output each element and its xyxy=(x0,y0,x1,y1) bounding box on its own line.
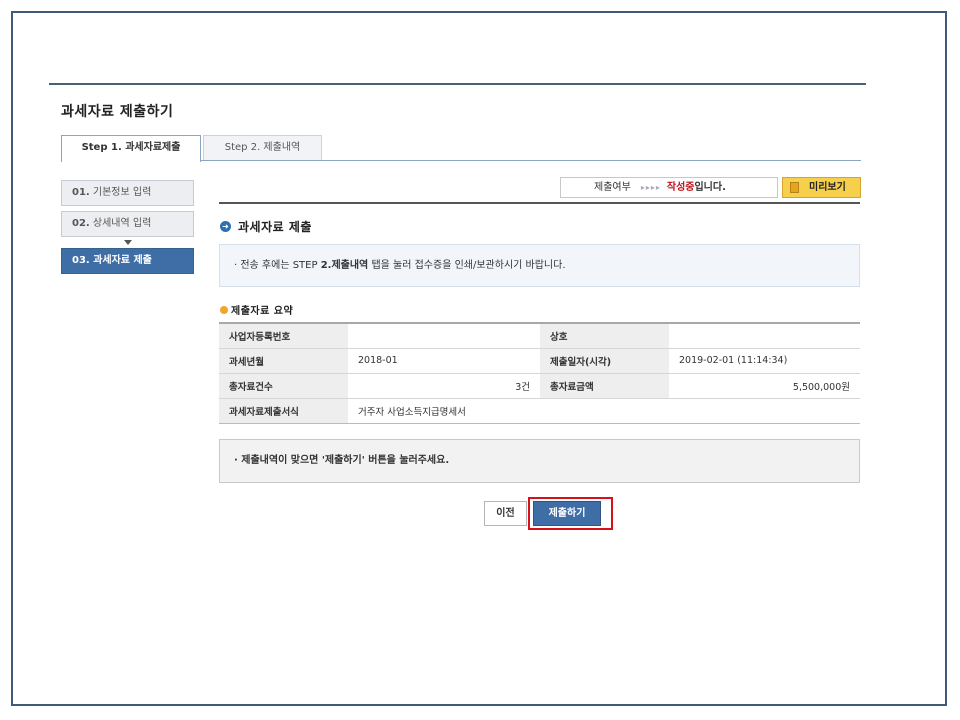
status-label: 제출여부 xyxy=(594,182,631,193)
sidebar-item-detail-input[interactable]: 02. 상세내역 입력 xyxy=(61,211,194,237)
submission-status: 제출여부 ▸▸▸▸ 작성중입니다. xyxy=(560,177,778,198)
content-divider xyxy=(219,202,860,204)
summary-title: 제출자료 요약 xyxy=(231,306,294,317)
prev-button[interactable]: 이전 xyxy=(484,501,527,526)
status-suffix: 입니다. xyxy=(694,182,726,193)
sidebar-item-number: 02. xyxy=(72,218,90,229)
sidebar-item-label: 과세자료 제출 xyxy=(93,255,152,266)
page-title: 과세자료 제출하기 xyxy=(61,104,174,120)
section-title: 과세자료 제출 xyxy=(238,220,312,234)
notice-prefix: · 전송 후에는 STEP xyxy=(234,260,321,271)
sidebar-item-number: 03. xyxy=(72,255,90,266)
table-row: 과세자료제출서식 거주자 사업소득지급명세서 xyxy=(219,398,860,424)
notice-suffix: 탭을 눌러 접수증을 인쇄/보관하시기 바랍니다. xyxy=(368,260,566,271)
tab-step2[interactable]: Step 2. 제출내역 xyxy=(203,135,322,161)
summary-table: 사업자등록번호 상호 과세년월 2018-01 제출일자(시각) 2019-02… xyxy=(219,322,860,424)
table-value xyxy=(348,322,540,349)
preview-button[interactable]: 미리보기 xyxy=(782,177,861,198)
table-label: 과세자료제출서식 xyxy=(219,398,348,424)
document-icon xyxy=(790,182,799,193)
sidebar-item-submit[interactable]: 03. 과세자료 제출 xyxy=(61,248,194,274)
status-arrows-icon: ▸▸▸▸ xyxy=(640,183,661,192)
status-value: 작성중 xyxy=(666,182,695,193)
preview-button-label: 미리보기 xyxy=(809,182,846,193)
table-value: 5,500,000원 xyxy=(669,373,860,399)
notice-box: · 전송 후에는 STEP 2.제출내역 탭을 눌러 접수증을 인쇄/보관하시기… xyxy=(219,244,860,287)
top-divider xyxy=(49,83,866,85)
table-label: 과세년월 xyxy=(219,348,348,374)
table-value: 3건 xyxy=(348,373,540,399)
table-value: 2018-01 xyxy=(348,348,540,374)
table-row: 과세년월 2018-01 제출일자(시각) 2019-02-01 (11:14:… xyxy=(219,348,860,374)
step-down-arrow-icon xyxy=(124,240,132,245)
sidebar-item-label: 기본정보 입력 xyxy=(92,187,152,198)
submit-button[interactable]: 제출하기 xyxy=(533,501,601,526)
table-row: 총자료건수 3건 총자료금액 5,500,000원 xyxy=(219,373,860,399)
tab-step1[interactable]: Step 1. 과세자료제출 xyxy=(61,135,201,162)
bullet-icon xyxy=(220,306,228,314)
table-value: 2019-02-01 (11:14:34) xyxy=(669,348,860,374)
table-value: 거주자 사업소득지급명세서 xyxy=(348,398,860,424)
arrow-circle-icon: ➜ xyxy=(220,221,231,232)
sidebar-item-label: 상세내역 입력 xyxy=(92,218,152,229)
sidebar-item-basic-info[interactable]: 01. 기본정보 입력 xyxy=(61,180,194,206)
table-row: 사업자등록번호 상호 xyxy=(219,322,860,349)
notice-bold: 2.제출내역 xyxy=(320,260,369,271)
sidebar-item-number: 01. xyxy=(72,187,90,198)
table-label: 총자료건수 xyxy=(219,373,348,399)
table-label: 제출일자(시각) xyxy=(540,348,669,374)
confirm-message: · 제출내역이 맞으면 '제출하기' 버튼을 눌러주세요. xyxy=(219,439,860,483)
table-label: 총자료금액 xyxy=(540,373,669,399)
table-label: 상호 xyxy=(540,322,669,349)
table-label: 사업자등록번호 xyxy=(219,322,348,349)
table-value xyxy=(669,322,860,349)
